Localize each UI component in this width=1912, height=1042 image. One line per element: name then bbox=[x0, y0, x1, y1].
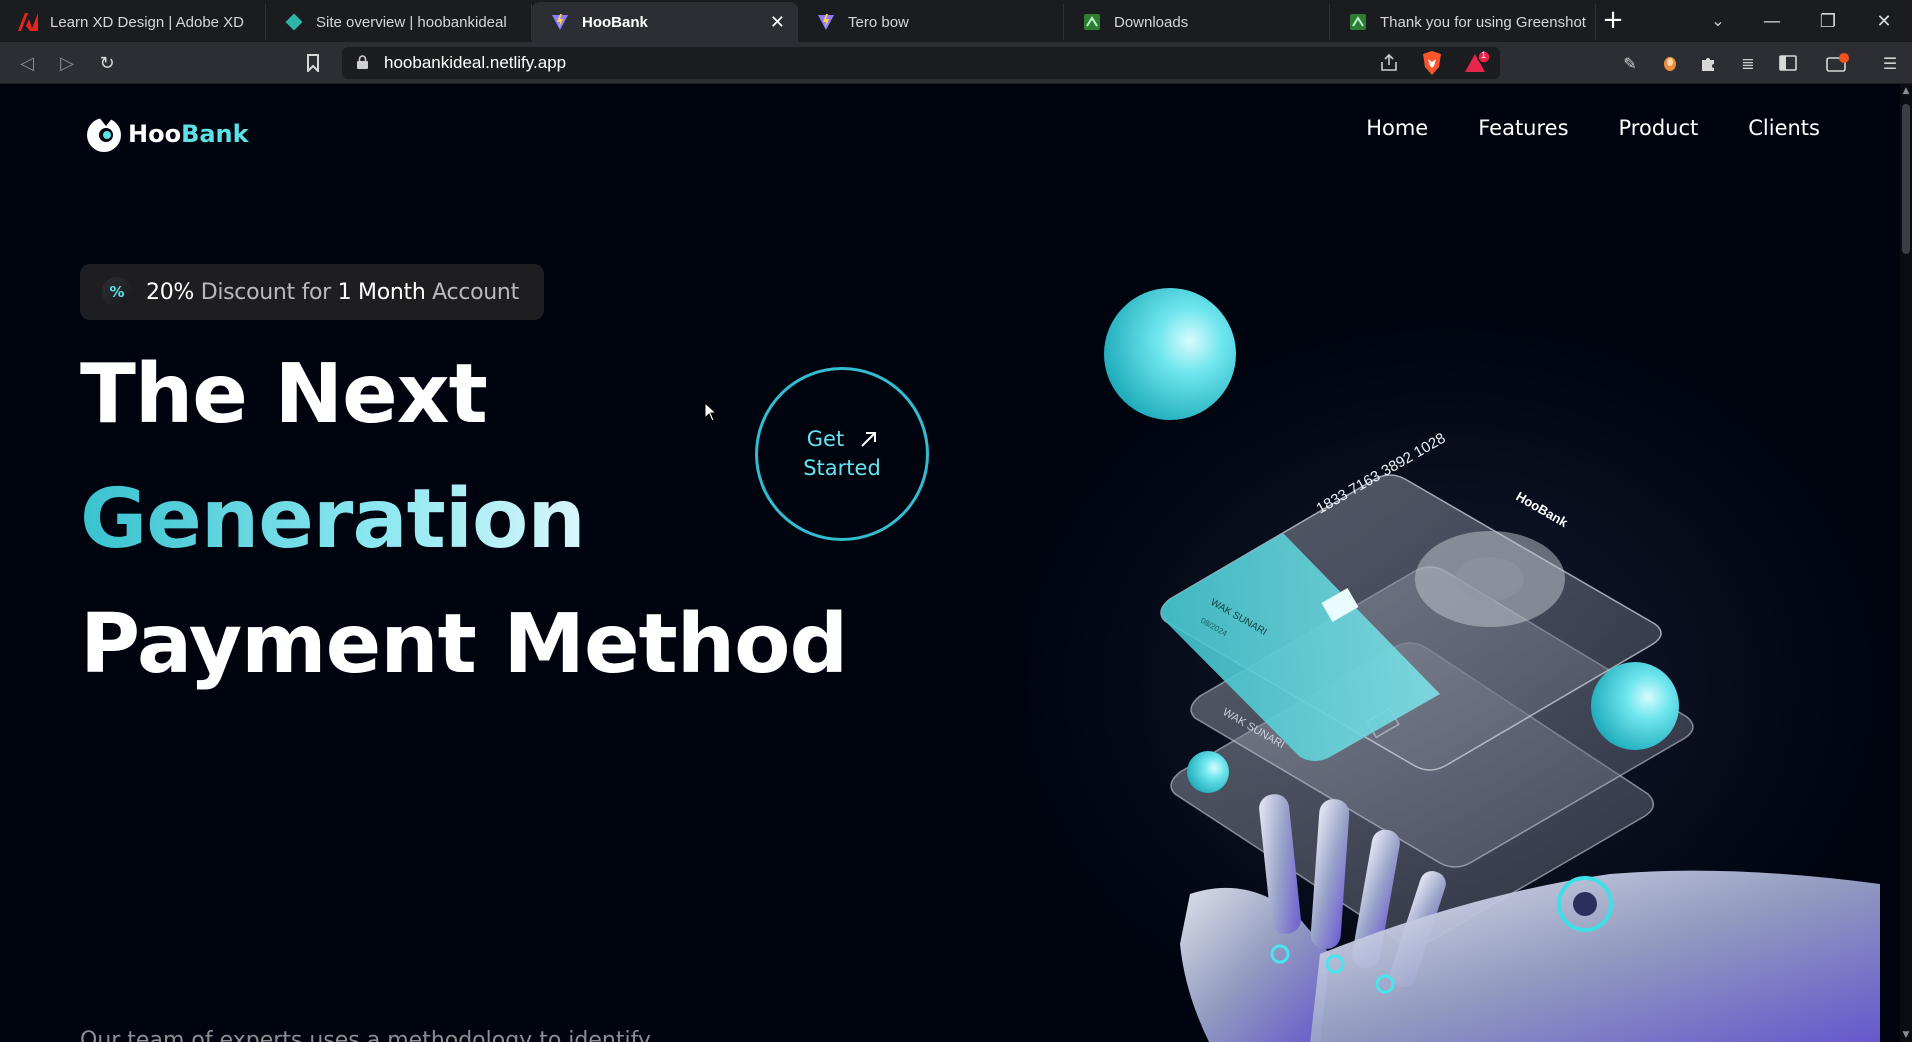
reload-button[interactable]: ↻ bbox=[92, 48, 122, 78]
sidebar-icon[interactable] bbox=[1774, 49, 1802, 77]
nav-clients[interactable]: Clients bbox=[1748, 116, 1820, 140]
tab-hoobank[interactable]: HooBank ✕ bbox=[532, 2, 798, 42]
tab-greenshot[interactable]: Thank you for using Greenshot bbox=[1330, 4, 1596, 40]
scroll-up-arrow[interactable]: ▲ bbox=[1900, 84, 1912, 98]
back-button[interactable]: ◁ bbox=[12, 48, 42, 78]
url-text: hoobankideal.netlify.app bbox=[384, 53, 567, 72]
tab-title: Downloads bbox=[1114, 13, 1189, 31]
tab-title: Learn XD Design | Adobe XD bbox=[50, 13, 245, 31]
logo[interactable]: HooBank bbox=[84, 114, 249, 154]
nav-features[interactable]: Features bbox=[1478, 116, 1568, 140]
logo-text: HooBank bbox=[128, 120, 249, 148]
nav-product[interactable]: Product bbox=[1619, 116, 1699, 140]
minimize-button[interactable]: — bbox=[1744, 0, 1800, 42]
hero-illustration: WAK SUNARI 1833 7163 3892 1028 HooBank W… bbox=[1104, 288, 1880, 1042]
greenshot-icon bbox=[1348, 12, 1368, 32]
vite-icon bbox=[816, 12, 836, 32]
browser-tab-bar: Learn XD Design | Adobe XD Site overview… bbox=[0, 0, 1912, 42]
pen-extension-icon[interactable]: ✎ bbox=[1616, 49, 1644, 77]
main-nav: Home Features Product Clients bbox=[1316, 116, 1820, 140]
address-bar[interactable]: hoobankideal.netlify.app 1 bbox=[342, 47, 1500, 79]
puzzle-icon[interactable] bbox=[1694, 49, 1722, 77]
discount-text: 20% Discount for 1 Month Account bbox=[146, 279, 519, 305]
tab-downloads[interactable]: Downloads bbox=[1064, 4, 1330, 40]
hoobank-logo-icon bbox=[84, 114, 124, 154]
new-tab-button[interactable]: + bbox=[1596, 0, 1630, 40]
brave-shield-icon[interactable] bbox=[1420, 50, 1444, 76]
cta-label-line-2: Started bbox=[803, 456, 881, 480]
forward-button[interactable]: ▷ bbox=[52, 48, 82, 78]
mouse-cursor-icon bbox=[704, 402, 718, 422]
card-brand: HooBank bbox=[1514, 489, 1572, 531]
hero-description: Our team of experts uses a methodology t… bbox=[80, 1028, 651, 1042]
adobe-icon bbox=[18, 12, 38, 32]
notification-badge: 1 bbox=[1481, 50, 1487, 60]
chevron-down-icon[interactable]: ⌄ bbox=[1700, 0, 1736, 40]
discount-badge: % 20% Discount for 1 Month Account bbox=[80, 264, 544, 320]
bookmark-icon[interactable] bbox=[298, 48, 328, 78]
share-icon[interactable] bbox=[1378, 52, 1400, 74]
scroll-down-arrow[interactable]: ▼ bbox=[1900, 1028, 1912, 1042]
scroll-thumb[interactable] bbox=[1902, 104, 1910, 254]
netlify-icon bbox=[284, 12, 304, 32]
sphere-medium bbox=[1591, 662, 1679, 750]
browser-toolbar: ◁ ▷ ↻ hoobankideal.netlify.app 1 ✎ ≣ ☰ bbox=[0, 42, 1912, 84]
sphere-small bbox=[1187, 751, 1229, 793]
menu-icon[interactable]: ☰ bbox=[1876, 49, 1904, 77]
nav-home[interactable]: Home bbox=[1366, 116, 1428, 140]
tab-title: Tero bow bbox=[848, 13, 909, 31]
tab-site-overview[interactable]: Site overview | hoobankideal bbox=[266, 4, 532, 40]
close-window-button[interactable]: ✕ bbox=[1856, 0, 1912, 42]
hoobank-page: HooBank Home Features Product Clients % … bbox=[0, 84, 1900, 1042]
close-icon[interactable]: ✕ bbox=[770, 12, 785, 33]
extension-icon[interactable] bbox=[1656, 49, 1684, 77]
tab-adobe-xd[interactable]: Learn XD Design | Adobe XD bbox=[0, 4, 266, 40]
tab-title: HooBank bbox=[582, 13, 648, 31]
tab-title: Site overview | hoobankideal bbox=[316, 13, 507, 31]
arrow-up-right-icon bbox=[861, 432, 877, 447]
brave-rewards-icon[interactable]: 1 bbox=[1462, 50, 1492, 76]
page-scrollbar[interactable]: ▲ ▼ bbox=[1900, 84, 1912, 1042]
wallet-icon[interactable] bbox=[1824, 49, 1852, 77]
playlist-icon[interactable]: ≣ bbox=[1734, 49, 1762, 77]
hero-title-line-2: Generation bbox=[80, 472, 586, 567]
greenshot-icon bbox=[1082, 12, 1102, 32]
hero-title-line-1: The Next bbox=[80, 347, 488, 442]
discount-icon: % bbox=[102, 277, 132, 307]
vite-icon bbox=[550, 12, 570, 32]
tab-tero-bow[interactable]: Tero bow bbox=[798, 4, 1064, 40]
lock-icon bbox=[357, 55, 368, 69]
restore-button[interactable]: ❐ bbox=[1800, 0, 1856, 42]
hero-title-line-3: Payment Method bbox=[80, 597, 848, 692]
cta-label-line-1: Get bbox=[806, 427, 845, 451]
tab-title: Thank you for using Greenshot bbox=[1380, 13, 1586, 31]
get-started-button[interactable]: Get Started bbox=[755, 367, 929, 541]
sphere-large bbox=[1104, 288, 1236, 420]
